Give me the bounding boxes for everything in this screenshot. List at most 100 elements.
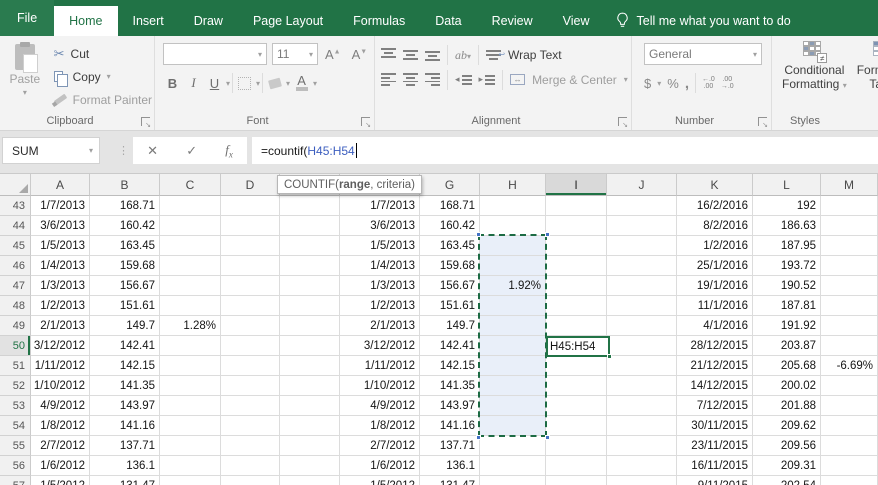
font-size-combo[interactable]: 11 ▾ [272, 43, 318, 65]
cell-A48[interactable]: 1/2/2013 [31, 296, 90, 316]
cell-E50[interactable] [280, 336, 340, 356]
tab-data[interactable]: Data [420, 6, 476, 36]
cell-I48[interactable] [546, 296, 607, 316]
cell-E51[interactable] [280, 356, 340, 376]
cell-G49[interactable]: 149.7 [420, 316, 480, 336]
cell-M55[interactable] [821, 436, 878, 456]
column-header-i[interactable]: I [546, 174, 607, 196]
cell-I56[interactable] [546, 456, 607, 476]
cell-A54[interactable]: 1/8/2012 [31, 416, 90, 436]
cell-G54[interactable]: 141.16 [420, 416, 480, 436]
row-header-52[interactable]: 52 [0, 376, 31, 396]
cell-G44[interactable]: 160.42 [420, 216, 480, 236]
cell-B44[interactable]: 160.42 [90, 216, 160, 236]
row-header-57[interactable]: 57 [0, 476, 31, 485]
cell-L45[interactable]: 187.95 [753, 236, 821, 256]
cell-F52[interactable]: 1/10/2012 [340, 376, 420, 396]
column-header-b[interactable]: B [90, 174, 160, 196]
cell-K56[interactable]: 16/11/2015 [677, 456, 753, 476]
cell-G55[interactable]: 137.71 [420, 436, 480, 456]
increase-decimal-button[interactable]: ←.0.00 [702, 76, 715, 90]
cell-J45[interactable] [607, 236, 677, 256]
cell-H47[interactable]: 1.92% [480, 276, 546, 296]
cell-K44[interactable]: 8/2/2016 [677, 216, 753, 236]
cell-C54[interactable] [160, 416, 221, 436]
cell-F57[interactable]: 1/5/2012 [340, 476, 420, 485]
column-header-j[interactable]: J [607, 174, 677, 196]
cell-F48[interactable]: 1/2/2013 [340, 296, 420, 316]
cell-D50[interactable] [221, 336, 280, 356]
cell-C57[interactable] [160, 476, 221, 485]
column-header-k[interactable]: K [677, 174, 753, 196]
orientation-button[interactable]: ab▾ [455, 46, 471, 64]
cell-L57[interactable]: 202.54 [753, 476, 821, 485]
format-painter-button[interactable]: Format Painter [53, 88, 152, 111]
cell-D53[interactable] [221, 396, 280, 416]
cell-L51[interactable]: 205.68 [753, 356, 821, 376]
cell-H51[interactable] [480, 356, 546, 376]
cell-E57[interactable] [280, 476, 340, 485]
shrink-font-button[interactable]: A▼ [348, 47, 372, 62]
cell-M44[interactable] [821, 216, 878, 236]
cell-K48[interactable]: 11/1/2016 [677, 296, 753, 316]
cell-F44[interactable]: 3/6/2013 [340, 216, 420, 236]
cell-C50[interactable] [160, 336, 221, 356]
cell-G53[interactable]: 143.97 [420, 396, 480, 416]
cell-I47[interactable] [546, 276, 607, 296]
cell-C51[interactable] [160, 356, 221, 376]
cell-M43[interactable] [821, 196, 878, 216]
font-dialog-launcher[interactable] [361, 117, 371, 129]
cell-E56[interactable] [280, 456, 340, 476]
cell-D43[interactable] [221, 196, 280, 216]
cell-J52[interactable] [607, 376, 677, 396]
cell-B51[interactable]: 142.15 [90, 356, 160, 376]
cell-B52[interactable]: 141.35 [90, 376, 160, 396]
cell-D49[interactable] [221, 316, 280, 336]
cell-K47[interactable]: 19/1/2016 [677, 276, 753, 296]
align-middle-button[interactable] [403, 48, 418, 61]
cell-D51[interactable] [221, 356, 280, 376]
cell-A56[interactable]: 1/6/2012 [31, 456, 90, 476]
row-header-49[interactable]: 49 [0, 316, 31, 336]
cell-B47[interactable]: 156.67 [90, 276, 160, 296]
cell-B55[interactable]: 137.71 [90, 436, 160, 456]
row-header-46[interactable]: 46 [0, 256, 31, 276]
cell-D45[interactable] [221, 236, 280, 256]
formula-bar-drag-handle[interactable]: ⋮ [118, 144, 129, 157]
cell-G48[interactable]: 151.61 [420, 296, 480, 316]
cell-G47[interactable]: 156.67 [420, 276, 480, 296]
cell-F45[interactable]: 1/5/2013 [340, 236, 420, 256]
column-header-d[interactable]: D [221, 174, 280, 196]
cell-L56[interactable]: 209.31 [753, 456, 821, 476]
cell-L46[interactable]: 193.72 [753, 256, 821, 276]
cell-L47[interactable]: 190.52 [753, 276, 821, 296]
merge-center-button[interactable]: Merge & Center [532, 73, 617, 87]
cell-A44[interactable]: 3/6/2013 [31, 216, 90, 236]
decrease-decimal-button[interactable]: .00 →.0 [721, 76, 734, 90]
selection-handle[interactable] [545, 232, 550, 237]
cell-B43[interactable]: 168.71 [90, 196, 160, 216]
cell-H48[interactable] [480, 296, 546, 316]
row-header-54[interactable]: 54 [0, 416, 31, 436]
cell-M46[interactable] [821, 256, 878, 276]
cell-B54[interactable]: 141.16 [90, 416, 160, 436]
cell-G46[interactable]: 159.68 [420, 256, 480, 276]
cell-M56[interactable] [821, 456, 878, 476]
cell-H54[interactable] [480, 416, 546, 436]
number-dialog-launcher[interactable] [758, 117, 768, 129]
row-header-44[interactable]: 44 [0, 216, 31, 236]
decrease-indent-button[interactable]: ◂ [455, 73, 472, 86]
cell-I44[interactable] [546, 216, 607, 236]
cell-L52[interactable]: 200.02 [753, 376, 821, 396]
cell-J54[interactable] [607, 416, 677, 436]
cell-J44[interactable] [607, 216, 677, 236]
cell-A52[interactable]: 1/10/2012 [31, 376, 90, 396]
cell-A57[interactable]: 1/5/2012 [31, 476, 90, 485]
selection-handle[interactable] [476, 435, 481, 440]
cell-I54[interactable] [546, 416, 607, 436]
column-header-l[interactable]: L [753, 174, 821, 196]
cell-I53[interactable] [546, 396, 607, 416]
cell-L43[interactable]: 192 [753, 196, 821, 216]
cell-A45[interactable]: 1/5/2013 [31, 236, 90, 256]
cell-E52[interactable] [280, 376, 340, 396]
